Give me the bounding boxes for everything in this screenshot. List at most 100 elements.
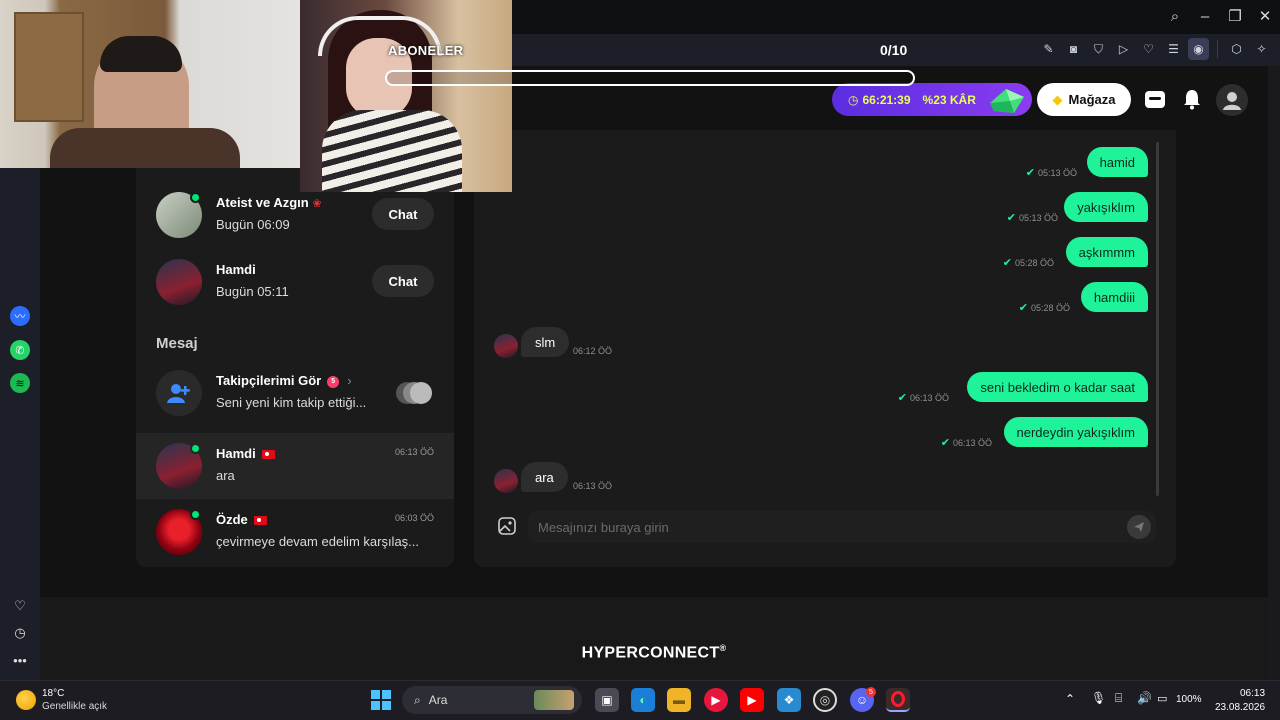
chat-button[interactable]: Chat <box>372 198 434 230</box>
subscribers-progress-bar <box>385 70 915 86</box>
clock-date[interactable]: 23.08.2026 <box>1215 702 1265 713</box>
contact-row[interactable]: Hamdi Bugün 05:11 Chat <box>136 249 454 315</box>
weather-temperature: 18°C <box>42 688 65 699</box>
cube-icon[interactable]: ⬡ <box>1226 38 1247 60</box>
inbox-icon[interactable] <box>1142 86 1168 112</box>
list-icon[interactable]: ☰ <box>1163 38 1184 60</box>
network-icon[interactable]: ⌸ <box>1115 691 1122 706</box>
message-input[interactable] <box>538 511 1108 543</box>
followers-row[interactable]: Takipçilerimi Gör 5 › Seni yeni kim takip … <box>136 360 454 426</box>
user-avatar[interactable] <box>1216 84 1248 116</box>
microphone-icon[interactable]: 🎙 <box>1091 691 1106 705</box>
message-input-wrapper <box>528 511 1156 543</box>
clock-icon: ◷ <box>848 92 859 107</box>
timer-profit-pill[interactable]: ◷ 66:21:39 %23 KÂR <box>832 83 1032 116</box>
chevron-right-icon: › <box>347 373 352 388</box>
turkey-flag-icon <box>261 450 275 460</box>
check-icon: ✔ <box>1006 212 1016 224</box>
opera-icon[interactable] <box>886 688 910 712</box>
message-time: ✔ 05:13 ÖÖ <box>1025 167 1077 179</box>
play-icon[interactable]: ▷ <box>1113 38 1134 60</box>
search-icon[interactable]: ⌕ <box>1160 0 1190 32</box>
add-user-icon <box>167 384 190 403</box>
contact-time: Bugün 06:09 <box>216 217 290 232</box>
subscribers-label: ABONELER <box>388 43 464 58</box>
messenger-icon[interactable]: 〰 <box>10 306 30 326</box>
contact-avatar <box>156 259 202 305</box>
heart-icon[interactable]: ♡ <box>10 596 30 616</box>
send-icon <box>1134 522 1144 532</box>
chat-button[interactable]: Chat <box>372 265 434 297</box>
contact-time: Bugün 05:11 <box>216 284 289 299</box>
online-indicator <box>190 192 201 203</box>
music-app-icon[interactable]: ▶ <box>704 688 728 712</box>
search-highlight-icon <box>534 690 574 710</box>
spotify-icon[interactable]: ≋ <box>10 373 30 393</box>
edit-icon[interactable]: ✎ <box>1038 38 1059 60</box>
close-icon[interactable]: ✕ <box>1250 0 1280 32</box>
file-explorer-icon[interactable]: ▬ <box>667 688 691 712</box>
message-bubble-outgoing: nerdeydin yakışıklım <box>1003 417 1148 447</box>
message-time: 06:13 ÖÖ <box>573 481 613 491</box>
messages-section-title: Mesaj <box>156 335 198 352</box>
discord-badge: 5 <box>866 687 876 697</box>
history-icon[interactable]: ◷ <box>10 623 30 643</box>
restore-icon[interactable]: ❐ <box>1220 0 1250 32</box>
footer-brand: HYPERCONNECT® <box>581 643 727 662</box>
conversation-row-selected[interactable]: Hamdi ara 06:13 ÖÖ <box>136 433 454 499</box>
diamond-icon: ◆ <box>1052 91 1063 107</box>
window-controls: ⌕ – ❐ ✕ <box>1160 0 1280 32</box>
check-icon: ✔ <box>940 437 950 449</box>
online-indicator <box>190 443 201 454</box>
browser-sidebar: 〰 ✆ ≋ ♡ ◷ ••• <box>0 168 40 680</box>
conversation-row[interactable]: Özde çevirmeye devam edelim karşılaş... … <box>136 499 454 565</box>
ai-icon[interactable]: ✧ <box>1251 38 1272 60</box>
shop-button[interactable]: ◆ Mağaza <box>1037 83 1131 116</box>
camera-icon[interactable]: ◙ <box>1063 38 1084 60</box>
clock-time[interactable]: 06:13 <box>1240 688 1265 699</box>
chat-scrollbar[interactable] <box>1156 142 1159 496</box>
conversation-name: Hamdi <box>216 446 275 461</box>
page-scrollbar[interactable] <box>1268 66 1280 680</box>
heart-icon[interactable]: ♡ <box>1138 38 1159 60</box>
more-icon[interactable]: ••• <box>10 650 30 670</box>
chevron-up-icon[interactable]: ⌃ <box>1065 692 1075 706</box>
conversation-last-message: ara <box>216 468 235 483</box>
weather-icon[interactable] <box>16 690 36 710</box>
youtube-icon[interactable]: ▶ <box>740 688 764 712</box>
check-icon: ✔ <box>1025 167 1035 179</box>
message-bubble-incoming: ara <box>521 462 568 492</box>
screen: ⌕ – ❐ ✕ 0/10 ✎ ◙ ⛉ ▷ ♡ ☰ ◉ ⬡ ✧ ◷ 66:21:3… <box>0 0 1280 720</box>
battery-icon[interactable]: ▭ <box>1157 692 1167 705</box>
send-button[interactable] <box>1127 515 1151 539</box>
stream-counter: 0/10 <box>880 42 908 58</box>
volume-icon[interactable]: 🔊 <box>1137 691 1152 705</box>
whatsapp-icon[interactable]: ✆ <box>10 340 30 360</box>
message-bubble-outgoing: seni bekledim o kadar saat <box>967 372 1148 402</box>
bell-icon[interactable] <box>1179 86 1205 112</box>
gem-icon <box>990 89 1024 113</box>
conversation-name: Özde <box>216 512 267 527</box>
shield-icon[interactable]: ⛉ <box>1088 38 1109 60</box>
taskbar-search[interactable]: ⌕ Ara <box>402 686 582 714</box>
message-time: ✔ 05:13 ÖÖ <box>1006 212 1058 224</box>
app-icon[interactable]: ❖ <box>777 688 801 712</box>
start-icon[interactable] <box>371 690 391 710</box>
online-indicator <box>190 509 201 520</box>
toolbar-separator <box>1217 40 1218 58</box>
message-bubble-outgoing: hamdiii <box>1080 282 1148 312</box>
profit-value: %23 KÂR <box>922 92 976 107</box>
image-upload-icon[interactable] <box>497 516 517 536</box>
profile-icon[interactable]: ◉ <box>1188 38 1209 60</box>
followers-title: Takipçilerimi Gör 5 › <box>216 373 352 388</box>
edge-icon[interactable]: ◐ <box>631 688 655 712</box>
follower-avatars <box>396 382 432 404</box>
message-bubble-outgoing: yakışıklım <box>1064 192 1148 222</box>
obs-icon[interactable]: ◎ <box>813 688 837 712</box>
check-icon: ✔ <box>1002 257 1012 269</box>
conversation-time: 06:03 ÖÖ <box>394 513 434 523</box>
conversation-panel: Ateist ve Azgın ❀ Bugün 06:09 Chat Hamdi… <box>136 130 454 567</box>
task-view-icon[interactable]: ▣ <box>595 688 619 712</box>
webcam-overlay-2 <box>300 0 512 192</box>
minimize-icon[interactable]: – <box>1190 0 1220 32</box>
